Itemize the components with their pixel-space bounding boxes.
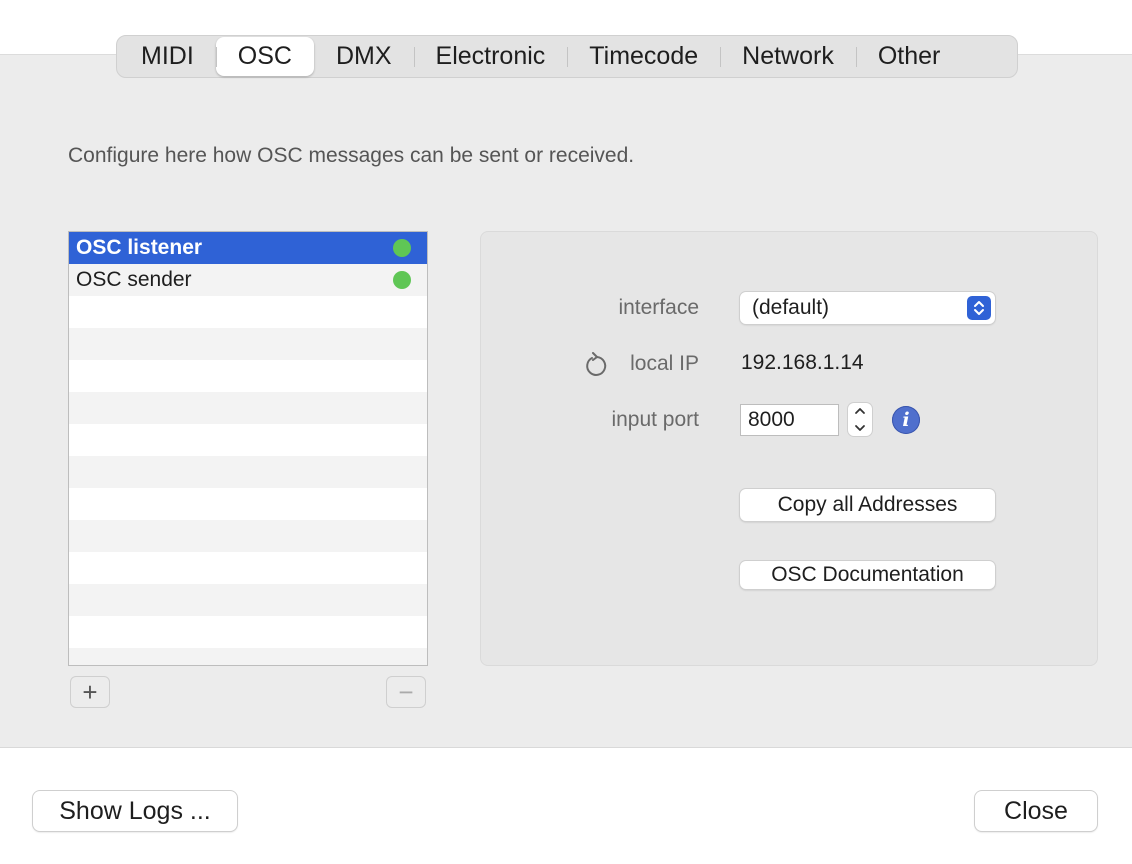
empty-row [69, 520, 427, 552]
empty-row [69, 616, 427, 648]
stepper-up-icon[interactable] [848, 403, 872, 420]
osc-documentation-button[interactable]: OSC Documentation [740, 561, 995, 589]
status-indicator-icon [393, 239, 411, 257]
copy-all-addresses-button[interactable]: Copy all Addresses [740, 489, 995, 521]
empty-row [69, 648, 427, 665]
list-item-label: OSC listener [76, 236, 203, 259]
empty-row [69, 584, 427, 616]
list-item[interactable]: OSC sender [69, 264, 427, 296]
empty-row [69, 296, 427, 328]
empty-row [69, 392, 427, 424]
tab-other[interactable]: Other [855, 37, 963, 76]
empty-row [69, 488, 427, 520]
stepper-down-icon[interactable] [848, 420, 872, 437]
local-ip-label: local IP [630, 352, 699, 375]
empty-row [69, 424, 427, 456]
empty-row [69, 552, 427, 584]
refresh-icon[interactable] [585, 352, 609, 378]
input-port-field[interactable]: 8000 [740, 404, 839, 436]
tab-midi[interactable]: MIDI [119, 37, 216, 76]
empty-row [69, 360, 427, 392]
tab-network[interactable]: Network [720, 37, 856, 76]
input-port-label: input port [611, 408, 699, 431]
tab-bar: MIDI OSC DMX Electronic Timecode Network… [116, 35, 1018, 78]
footer: Show Logs ... Close [0, 748, 1132, 864]
tab-dmx[interactable]: DMX [314, 37, 414, 76]
show-logs-button[interactable]: Show Logs ... [33, 791, 237, 831]
osc-device-list[interactable]: OSC listener OSC sender [68, 231, 428, 666]
settings-panel: interface (default) local IP 192.168.1.1… [480, 231, 1098, 666]
list-item-label: OSC sender [76, 268, 192, 291]
info-icon[interactable]: i [892, 406, 920, 434]
add-item-button[interactable]: + [70, 676, 110, 708]
interface-label: interface [618, 296, 699, 319]
list-item[interactable]: OSC listener [69, 232, 427, 264]
remove-item-button[interactable]: − [386, 676, 426, 708]
chevron-updown-icon [967, 296, 991, 320]
empty-row [69, 328, 427, 360]
port-stepper[interactable] [848, 403, 872, 436]
tab-timecode[interactable]: Timecode [567, 37, 720, 76]
empty-row [69, 456, 427, 488]
page-description: Configure here how OSC messages can be s… [68, 144, 635, 167]
tab-electronic[interactable]: Electronic [413, 37, 568, 76]
interface-select-value: (default) [752, 296, 830, 319]
local-ip-value: 192.168.1.14 [741, 351, 864, 374]
close-button[interactable]: Close [975, 791, 1097, 831]
status-indicator-icon [393, 271, 411, 289]
interface-select[interactable]: (default) [740, 292, 995, 324]
tab-osc[interactable]: OSC [215, 37, 314, 76]
